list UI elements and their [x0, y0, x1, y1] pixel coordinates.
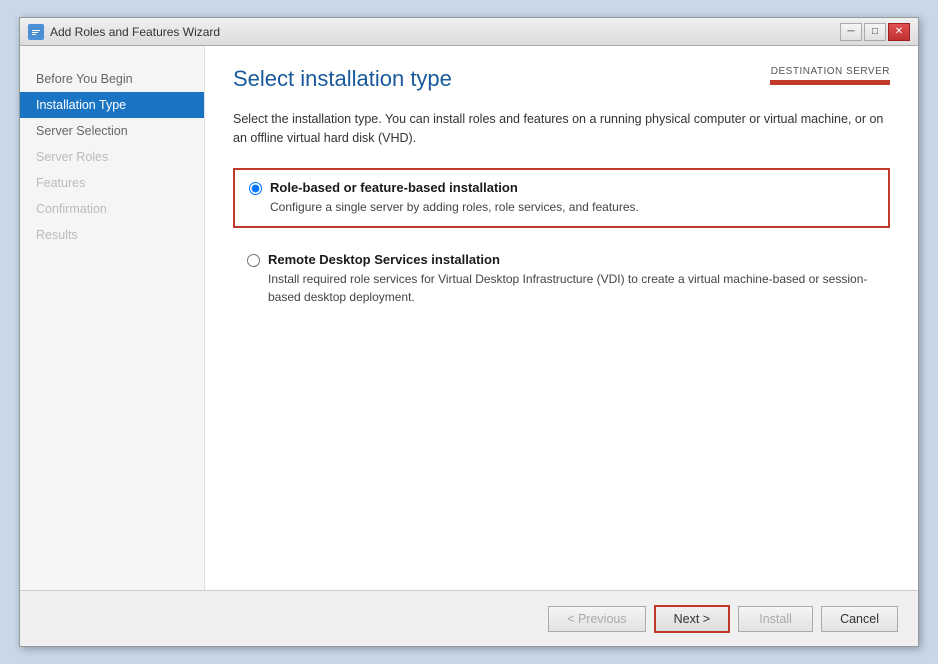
restore-button[interactable]: □	[864, 23, 886, 41]
option-remote-desktop-box[interactable]: Remote Desktop Services installation Ins…	[233, 242, 890, 316]
destination-server-bar	[770, 80, 890, 85]
next-button[interactable]: Next >	[654, 605, 730, 633]
sidebar-item-before-you-begin[interactable]: Before You Begin	[20, 66, 204, 92]
previous-button[interactable]: < Previous	[548, 606, 645, 632]
description-text: Select the installation type. You can in…	[233, 110, 890, 148]
option-remote-desktop-desc: Install required role services for Virtu…	[268, 270, 876, 306]
sidebar-item-confirmation: Confirmation	[20, 196, 204, 222]
title-bar: Add Roles and Features Wizard ─ □ ✕	[20, 18, 918, 46]
option-role-based-box[interactable]: Role-based or feature-based installation…	[233, 168, 890, 228]
footer: < Previous Next > Install Cancel	[20, 590, 918, 646]
wizard-icon	[28, 24, 44, 40]
sidebar-item-server-roles: Server Roles	[20, 144, 204, 170]
title-bar-left: Add Roles and Features Wizard	[28, 24, 220, 40]
option-role-based-title: Role-based or feature-based installation	[270, 180, 639, 195]
option-remote-desktop-title: Remote Desktop Services installation	[268, 252, 876, 267]
option-role-based-radio[interactable]	[249, 182, 262, 195]
minimize-button[interactable]: ─	[840, 23, 862, 41]
sidebar-item-server-selection[interactable]: Server Selection	[20, 118, 204, 144]
top-section: Select installation type DESTINATION SER…	[233, 66, 890, 92]
sidebar-item-features: Features	[20, 170, 204, 196]
main-panel: Select installation type DESTINATION SER…	[205, 46, 918, 590]
close-button[interactable]: ✕	[888, 23, 910, 41]
content-area: Before You Begin Installation Type Serve…	[20, 46, 918, 590]
option-remote-desktop-content: Remote Desktop Services installation Ins…	[268, 252, 876, 306]
sidebar: Before You Begin Installation Type Serve…	[20, 46, 205, 590]
option-role-based-desc: Configure a single server by adding role…	[270, 198, 639, 216]
option-remote-desktop-row: Remote Desktop Services installation Ins…	[247, 252, 876, 306]
cancel-button[interactable]: Cancel	[821, 606, 898, 632]
sidebar-item-installation-type[interactable]: Installation Type	[20, 92, 204, 118]
window-title: Add Roles and Features Wizard	[50, 25, 220, 39]
sidebar-item-results: Results	[20, 222, 204, 248]
page-title: Select installation type	[233, 66, 452, 92]
option-role-based-row: Role-based or feature-based installation…	[249, 180, 874, 216]
title-bar-buttons: ─ □ ✕	[840, 23, 910, 41]
destination-server-label: DESTINATION SERVER	[770, 66, 890, 77]
main-window: Add Roles and Features Wizard ─ □ ✕ Befo…	[19, 17, 919, 647]
option-role-based-content: Role-based or feature-based installation…	[270, 180, 639, 216]
install-button[interactable]: Install	[738, 606, 813, 632]
option-remote-desktop-radio[interactable]	[247, 254, 260, 267]
destination-server: DESTINATION SERVER	[770, 66, 890, 85]
